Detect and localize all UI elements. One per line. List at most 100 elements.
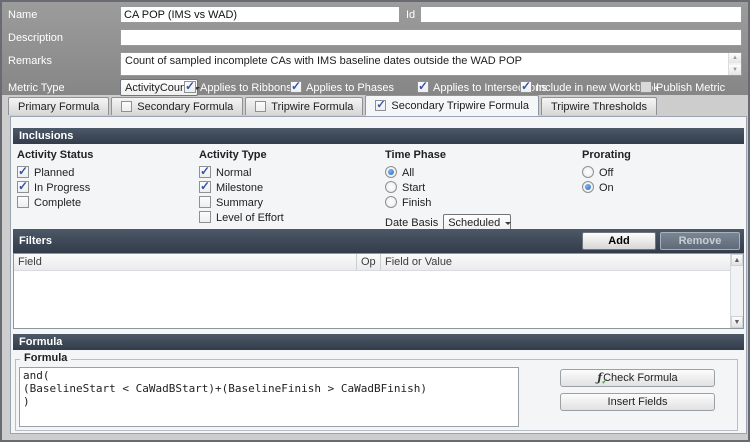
radio-all[interactable]: All [385, 166, 582, 181]
metric-type-label: Metric Type [8, 82, 65, 94]
publish-metric-checkbox[interactable]: Publish Metric [640, 81, 725, 94]
checkbox-icon[interactable] [417, 81, 429, 93]
filters-table-scrollbar[interactable]: ▲ ▼ [730, 254, 743, 328]
checkbox-label: Publish Metric [656, 82, 725, 94]
remove-button[interactable]: Remove [660, 232, 740, 250]
option-label: Finish [402, 197, 431, 209]
column-header-field-or-value[interactable]: Field or Value [380, 254, 730, 270]
option-milestone[interactable]: Milestone [199, 181, 385, 196]
scroll-up-icon[interactable]: ▲ [731, 254, 743, 266]
id-label: Id [406, 9, 415, 21]
tab-label: Tripwire Thresholds [551, 101, 647, 113]
tab-checkbox-icon[interactable] [255, 101, 266, 112]
checkbox-icon[interactable] [17, 196, 29, 208]
inclusions-section-header: Inclusions [13, 128, 744, 144]
checkbox-label: Applies to Phases [306, 82, 394, 94]
option-label: All [402, 167, 414, 179]
scroll-up-icon[interactable]: ▲ [729, 53, 741, 63]
remarks-scrollbar[interactable]: ▲ ▼ [728, 53, 741, 75]
tab-checkbox-icon[interactable] [121, 101, 132, 112]
tab-checkbox-icon[interactable] [375, 100, 386, 111]
date-basis-value: Scheduled [448, 217, 500, 229]
insert-fields-button[interactable]: Insert Fields [560, 393, 715, 411]
id-input[interactable] [420, 6, 742, 23]
checkbox-icon[interactable] [17, 181, 29, 193]
include-in-new-workbook-checkbox[interactable]: Include in new Workbook [520, 81, 659, 94]
checkbox-icon[interactable] [17, 166, 29, 178]
option-label: Level of Effort [216, 212, 284, 224]
prorating-title: Prorating [582, 149, 742, 161]
function-check-icon: ƒ✓ [597, 371, 602, 384]
activity-type-group: Activity Type Normal Milestone Summary L… [199, 149, 385, 229]
checkbox-icon[interactable] [290, 81, 302, 93]
inclusions-title: Inclusions [19, 130, 73, 142]
name-label: Name [8, 9, 37, 21]
description-input[interactable] [120, 29, 742, 46]
radio-icon[interactable] [582, 166, 594, 178]
checkbox-icon[interactable] [520, 81, 532, 93]
remarks-input[interactable]: Count of sampled incomplete CAs with IMS… [120, 52, 742, 76]
date-basis-label: Date Basis [385, 217, 438, 229]
option-planned[interactable]: Planned [17, 166, 199, 181]
checkbox-icon[interactable] [640, 81, 652, 93]
time-phase-title: Time Phase [385, 149, 582, 161]
scroll-down-icon[interactable]: ▼ [731, 316, 743, 328]
checkbox-icon[interactable] [199, 211, 211, 223]
prorating-group: Prorating Off On [582, 149, 742, 229]
remarks-row: Remarks Count of sampled incomplete CAs … [2, 52, 748, 76]
metric-type-value: ActivityCount [125, 82, 189, 94]
formula-groupbox: Formula and( (BaselineStart < CaWadBStar… [15, 359, 738, 431]
radio-icon[interactable] [385, 196, 397, 208]
activity-status-group: Activity Status Planned In Progress Comp… [17, 149, 199, 229]
filters-title: Filters [19, 235, 52, 247]
formula-title: Formula [19, 336, 62, 348]
secondary-tripwire-formula-panel: Inclusions Activity Status Planned In Pr… [10, 116, 747, 434]
radio-start[interactable]: Start [385, 181, 582, 196]
applies-to-phases-checkbox[interactable]: Applies to Phases [290, 81, 394, 94]
checkbox-icon[interactable] [184, 81, 196, 93]
checkbox-icon[interactable] [199, 166, 211, 178]
metric-header-panel: Name Id Description Remarks Count of sam… [2, 2, 748, 95]
option-level-of-effort[interactable]: Level of Effort [199, 211, 385, 226]
checkbox-icon[interactable] [199, 181, 211, 193]
option-label: In Progress [34, 182, 90, 194]
formula-group-label: Formula [20, 352, 71, 364]
option-summary[interactable]: Summary [199, 196, 385, 211]
option-label: Start [402, 182, 425, 194]
activity-status-title: Activity Status [17, 149, 199, 161]
name-input[interactable] [120, 6, 400, 23]
tab-primary-formula[interactable]: Primary Formula [8, 97, 109, 115]
tab-tripwire-formula[interactable]: Tripwire Formula [245, 97, 363, 115]
option-in-progress[interactable]: In Progress [17, 181, 199, 196]
insert-fields-label: Insert Fields [608, 396, 668, 408]
formula-tabbar: Primary Formula Secondary Formula Tripwi… [8, 97, 659, 117]
tab-tripwire-thresholds[interactable]: Tripwire Thresholds [541, 97, 657, 115]
radio-off[interactable]: Off [582, 166, 742, 181]
filters-table-header: Field Op Field or Value [14, 254, 743, 271]
checkbox-icon[interactable] [199, 196, 211, 208]
option-complete[interactable]: Complete [17, 196, 199, 211]
radio-on[interactable]: On [582, 181, 742, 196]
check-formula-button[interactable]: ƒ✓Check Formula [560, 369, 715, 387]
tab-secondary-formula[interactable]: Secondary Formula [111, 97, 243, 115]
formula-input[interactable]: and( (BaselineStart < CaWadBStart)+(Base… [19, 367, 519, 427]
column-header-field[interactable]: Field [14, 254, 356, 270]
filters-section-header: Filters Add Remove [13, 229, 744, 253]
add-button[interactable]: Add [582, 232, 656, 250]
tab-label: Tripwire Formula [271, 101, 353, 113]
tab-label: Secondary Tripwire Formula [391, 100, 529, 112]
radio-icon[interactable] [385, 166, 397, 178]
applies-to-ribbons-checkbox[interactable]: Applies to Ribbons [184, 81, 292, 94]
remarks-label: Remarks [8, 55, 52, 67]
option-label: Normal [216, 167, 251, 179]
option-normal[interactable]: Normal [199, 166, 385, 181]
scroll-down-icon[interactable]: ▼ [729, 65, 741, 75]
radio-finish[interactable]: Finish [385, 196, 582, 211]
check-formula-label: Check Formula [603, 372, 678, 384]
radio-icon[interactable] [582, 181, 594, 193]
option-label: Milestone [216, 182, 263, 194]
radio-icon[interactable] [385, 181, 397, 193]
option-label: Summary [216, 197, 263, 209]
tab-secondary-tripwire-formula[interactable]: Secondary Tripwire Formula [365, 95, 539, 115]
column-header-op[interactable]: Op [356, 254, 380, 270]
